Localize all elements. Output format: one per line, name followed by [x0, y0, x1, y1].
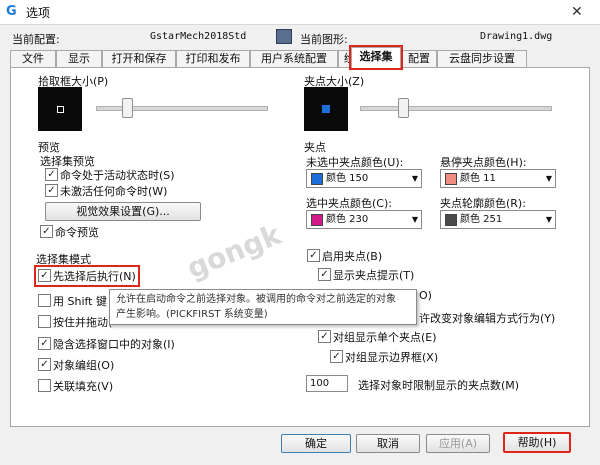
current-drawing-value: Drawing1.dwg: [480, 31, 553, 42]
group-single-grip-checkbox[interactable]: ✓: [318, 330, 331, 343]
command-active-checkbox[interactable]: ✓: [45, 168, 58, 181]
current-drawing-label: 当前图形:: [300, 33, 348, 46]
hover-color-label: 悬停夹点颜色(H):: [440, 156, 527, 169]
object-grouping-checkbox[interactable]: ✓: [38, 358, 51, 371]
tab-selection[interactable]: 选择集: [349, 45, 403, 70]
drawing-icon: [276, 29, 292, 44]
tooltip-line-2: 产生影响。(PICKFIRST 系统变量): [116, 309, 268, 320]
hover-color-swatch: [445, 173, 457, 185]
associative-hatch-label: 关联填充(V): [53, 380, 114, 393]
ok-button[interactable]: 确定: [281, 434, 351, 453]
pickbox-preview: [38, 87, 82, 131]
chevron-down-icon: ▼: [411, 174, 418, 183]
contour-color-select[interactable]: 颜色 251 ▼: [440, 210, 556, 229]
current-config-label: 当前配置:: [12, 33, 60, 46]
grip-slider-thumb[interactable]: [398, 98, 409, 118]
apply-button[interactable]: 应用(A): [426, 434, 490, 453]
window-title: 选项: [26, 6, 51, 20]
tab-plot-publish[interactable]: 打印和发布: [176, 50, 250, 67]
object-grouping-label: 对象编组(O): [53, 359, 115, 372]
grip-preview: [304, 87, 348, 131]
hover-color-value: 颜色 11: [460, 173, 496, 184]
grips-group-label: 夹点: [304, 141, 326, 154]
command-preview-label: 命令预览: [55, 226, 99, 239]
enable-grips-label: 启用夹点(B): [322, 250, 383, 263]
chevron-down-icon: ▼: [411, 215, 418, 224]
grip-limit-input[interactable]: 100: [306, 375, 348, 392]
partial-option-a-label: O): [419, 289, 432, 302]
unselected-color-select[interactable]: 颜色 150 ▼: [306, 169, 422, 188]
tab-display[interactable]: 显示: [56, 50, 102, 67]
visual-effects-button[interactable]: 视觉效果设置(G)...: [45, 202, 201, 221]
tab-open-save[interactable]: 打开和保存: [102, 50, 176, 67]
pickbox-slider-thumb[interactable]: [122, 98, 133, 118]
chevron-down-icon: ▼: [545, 215, 552, 224]
hover-color-select[interactable]: 颜色 11 ▼: [440, 169, 556, 188]
close-icon[interactable]: ✕: [571, 4, 583, 20]
tab-panel: [10, 67, 590, 427]
group-bbox-label: 对组显示边界框(X): [345, 351, 439, 364]
unselected-color-value: 颜色 150: [326, 173, 369, 184]
grip-square-icon: [322, 105, 330, 113]
enable-grips-checkbox[interactable]: ✓: [307, 249, 320, 262]
chevron-down-icon: ▼: [545, 174, 552, 183]
selected-color-swatch: [311, 214, 323, 226]
shift-add-checkbox[interactable]: [38, 294, 51, 307]
noun-verb-checkbox[interactable]: ✓: [38, 269, 51, 282]
group-single-grip-label: 对组显示单个夹点(E): [333, 331, 437, 344]
app-icon: G: [6, 4, 17, 19]
title-bar: [0, 0, 600, 25]
implied-window-checkbox[interactable]: ✓: [38, 337, 51, 350]
unselected-color-swatch: [311, 173, 323, 185]
selected-color-label: 选中夹点颜色(C):: [306, 197, 392, 210]
associative-hatch-checkbox[interactable]: [38, 379, 51, 392]
command-active-label: 命令处于活动状态时(S): [60, 169, 175, 182]
selected-color-value: 颜色 230: [326, 214, 369, 225]
tooltip-line-1: 允许在启动命令之前选择对象。被调用的命令对之前选定的对象: [116, 294, 396, 305]
noun-verb-label: 先选择后执行(N): [53, 270, 136, 283]
pickfirst-tooltip: 允许在启动命令之前选择对象。被调用的命令对之前选定的对象 产生影响。(PICKF…: [109, 289, 417, 325]
no-command-checkbox[interactable]: ✓: [45, 184, 58, 197]
contour-color-label: 夹点轮廓颜色(R):: [440, 197, 526, 210]
partial-option-b-label: 许改变对象编辑方式行为(Y): [419, 312, 556, 325]
pickbox-square-icon: [57, 106, 64, 113]
contour-color-swatch: [445, 214, 457, 226]
tab-user-prefs[interactable]: 用户系统配置: [250, 50, 338, 67]
implied-window-label: 隐含选择窗口中的对象(I): [53, 338, 175, 351]
press-drag-label: 按住并拖动(: [53, 316, 113, 329]
unselected-color-label: 未选中夹点颜色(U):: [306, 156, 404, 169]
grip-slider-track[interactable]: [360, 106, 552, 111]
contour-color-value: 颜色 251: [460, 214, 503, 225]
cancel-button[interactable]: 取消: [356, 434, 420, 453]
command-preview-checkbox[interactable]: ✓: [40, 225, 53, 238]
tab-profiles[interactable]: 配置: [401, 50, 437, 67]
press-drag-checkbox[interactable]: [38, 315, 51, 328]
grip-tips-label: 显示夹点提示(T): [333, 269, 415, 282]
group-bbox-checkbox[interactable]: ✓: [330, 350, 343, 363]
tab-files[interactable]: 文件: [10, 50, 56, 67]
no-command-label: 未激活任何命令时(W): [60, 185, 168, 198]
grip-limit-label: 选择对象时限制显示的夹点数(M): [358, 379, 520, 392]
selected-color-select[interactable]: 颜色 230 ▼: [306, 210, 422, 229]
grip-tips-checkbox[interactable]: ✓: [318, 268, 331, 281]
current-config-value: GstarMech2018Std: [150, 31, 247, 42]
help-button[interactable]: 帮助(H): [503, 432, 571, 453]
shift-add-label: 用 Shift 键: [53, 295, 107, 308]
tab-cloud-sync[interactable]: 云盘同步设置: [437, 50, 527, 67]
